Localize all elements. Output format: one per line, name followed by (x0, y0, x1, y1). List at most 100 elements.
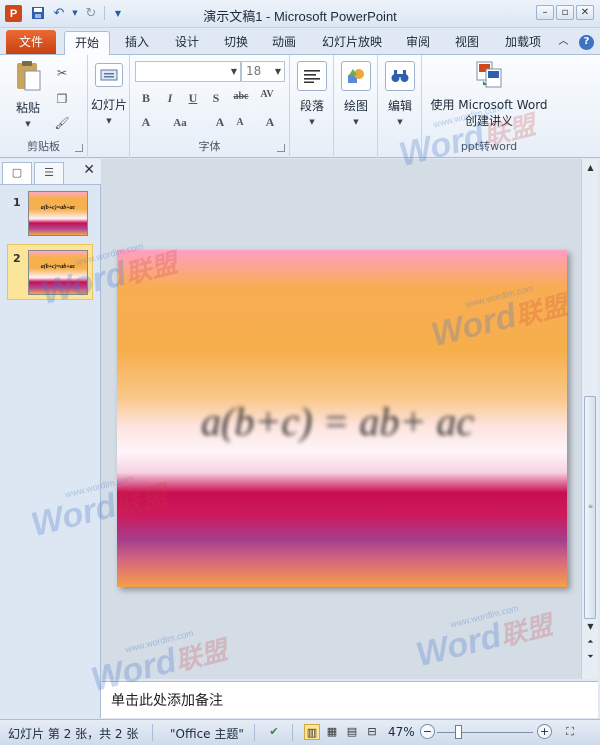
bold-icon[interactable]: B (138, 91, 154, 106)
italic-icon[interactable]: I (162, 91, 178, 106)
group-ppt-to-word: 使用 Microsoft Word 创建讲义 ppt转word (422, 55, 556, 158)
previous-slide-icon[interactable]: ⏶ (583, 635, 598, 649)
change-case-icon[interactable]: Aa (168, 117, 192, 129)
outline-tab-icon[interactable]: ☰ (34, 162, 64, 184)
create-handouts-icon (474, 59, 504, 89)
tab-insert[interactable]: 插入 (117, 31, 157, 55)
normal-view-icon[interactable]: ▥ (304, 724, 320, 740)
tab-transitions[interactable]: 切换 (216, 31, 256, 55)
new-slide-label: 幻灯片 (90, 98, 127, 112)
zoom-slider[interactable] (437, 732, 533, 733)
font-size-dropdown-icon[interactable]: ▼ (275, 62, 281, 81)
vertical-scrollbar[interactable]: ▲ ≡ ▼ ⏶ ⏷ (581, 159, 598, 679)
font-launcher-icon[interactable] (277, 144, 285, 152)
editing-dropdown-icon[interactable]: ▼ (380, 118, 420, 126)
scroll-up-icon[interactable]: ▲ (583, 161, 598, 175)
scroll-down-icon[interactable]: ▼ (583, 620, 598, 634)
minimize-icon[interactable]: – (536, 5, 554, 20)
clipboard-launcher-icon[interactable] (75, 144, 83, 152)
drawing-label: 绘图 (343, 99, 368, 113)
paragraph-dropdown-icon[interactable]: ▼ (292, 118, 332, 126)
paste-label: 粘贴 (15, 101, 40, 115)
slideshow-view-icon[interactable]: ⊟ (364, 724, 380, 740)
fit-to-window-icon[interactable]: ⛶ (562, 724, 578, 740)
status-separator (152, 724, 153, 741)
tab-review[interactable]: 审阅 (398, 31, 438, 55)
status-separator (254, 724, 255, 741)
shadow-icon[interactable]: S (208, 91, 224, 106)
tab-addins[interactable]: 加载项 (496, 31, 550, 55)
paragraph-label: 段落 (299, 99, 324, 113)
minimize-ribbon-icon[interactable]: ︿ (556, 35, 571, 50)
group-paragraph: 段落 ▼ (290, 55, 334, 158)
reading-view-icon[interactable]: ▤ (344, 724, 360, 740)
slide-thumbnail-2[interactable]: a(b+c)=ab+ac (28, 250, 88, 295)
close-icon[interactable]: ✕ (576, 5, 594, 20)
new-slide-dropdown-icon[interactable]: ▼ (88, 117, 130, 125)
editing-label: 编辑 (387, 99, 412, 113)
grow-font-icon[interactable]: A (212, 115, 228, 130)
next-slide-icon[interactable]: ⏷ (583, 650, 598, 664)
tab-slideshow[interactable]: 幻灯片放映 (316, 31, 388, 55)
tab-home[interactable]: 开始 (64, 31, 110, 56)
font-size-combo[interactable]: 18 ▼ (241, 61, 285, 82)
drawing-button[interactable]: 绘图 ▼ (336, 61, 376, 126)
ribbon: 粘贴 ▼ ✂ ❐ 🖌 剪贴板 幻灯片 ▼ ▼ 18 ▼ B I U S abc … (0, 55, 600, 158)
scroll-grip-icon: ≡ (588, 503, 594, 510)
zoom-slider-knob[interactable] (455, 725, 462, 739)
copy-icon[interactable]: ❐ (54, 91, 70, 107)
current-slide[interactable]: a(b+c) = ab+ ac (117, 250, 567, 587)
window-controls: – ▫ ✕ (536, 5, 594, 20)
status-separator (292, 724, 293, 741)
restore-icon[interactable]: ▫ (556, 5, 574, 20)
create-handouts-button[interactable]: 使用 Microsoft Word 创建讲义 (424, 59, 554, 129)
slides-tab-icon[interactable]: ▢ (2, 162, 32, 184)
close-pane-icon[interactable]: ✕ (83, 162, 95, 178)
zoom-in-icon[interactable]: + (537, 724, 552, 739)
notes-placeholder[interactable]: 单击此处添加备注 (111, 690, 223, 710)
tab-file[interactable]: 文件 (6, 30, 56, 54)
slide-sorter-icon[interactable]: ▦ (324, 724, 340, 740)
tab-animations[interactable]: 动画 (264, 31, 304, 55)
group-editing: 编辑 ▼ (378, 55, 422, 158)
cut-icon[interactable]: ✂ (54, 65, 70, 81)
paste-dropdown-icon[interactable]: ▼ (8, 120, 48, 128)
thumbnail-number: 2 (13, 252, 21, 265)
font-name-combo[interactable]: ▼ (135, 61, 241, 82)
group-clipboard: 粘贴 ▼ ✂ ❐ 🖌 剪贴板 (0, 55, 88, 158)
zoom-level[interactable]: 47% (388, 725, 415, 739)
tab-view[interactable]: 视图 (447, 31, 487, 55)
drawing-dropdown-icon[interactable]: ▼ (336, 118, 376, 126)
shrink-font-icon[interactable]: A (232, 117, 248, 128)
ribbon-right-controls: ︿ ? (556, 35, 594, 50)
spellcheck-icon[interactable]: ✔ (266, 724, 282, 740)
title-bar: P ↶ ▼ ↻ ▼ 演示文稿1 - Microsoft PowerPoint –… (0, 0, 600, 28)
zoom-out-icon[interactable]: − (420, 724, 435, 739)
slide-thumbnail-1[interactable]: a(b+c)=ab+ac (28, 191, 88, 236)
strikethrough-icon[interactable]: abc (230, 91, 252, 102)
underline-icon[interactable]: U (185, 91, 201, 106)
ppt-to-word-group-label: ppt转word (460, 140, 518, 153)
font-name-dropdown-icon[interactable]: ▼ (231, 62, 237, 81)
group-drawing: 绘图 ▼ (334, 55, 378, 158)
notes-pane[interactable]: 单击此处添加备注 (101, 681, 598, 718)
editing-button[interactable]: 编辑 ▼ (380, 61, 420, 126)
paragraph-button[interactable]: 段落 ▼ (292, 61, 332, 126)
font-size-value: 18 (246, 64, 262, 78)
group-slides: 幻灯片 ▼ (88, 55, 130, 158)
format-painter-icon[interactable]: 🖌 (54, 115, 70, 131)
clear-formatting-icon[interactable]: A (262, 115, 278, 130)
scroll-thumb[interactable]: ≡ (584, 396, 596, 619)
new-slide-button[interactable]: 幻灯片 ▼ (88, 61, 130, 125)
thumbnail-formula: a(b+c)=ab+ac (40, 264, 76, 270)
paste-button[interactable]: 粘贴 ▼ (8, 61, 48, 128)
tab-design[interactable]: 设计 (167, 31, 207, 55)
group-font: ▼ 18 ▼ B I U S abc AV A Aa A A A 字体 (130, 55, 290, 158)
thumbnail-formula: a(b+c)=ab+ac (40, 205, 76, 211)
font-color-icon[interactable]: A (138, 115, 154, 130)
character-spacing-icon[interactable]: AV (256, 89, 278, 100)
paragraph-icon (297, 61, 327, 91)
help-icon[interactable]: ? (579, 35, 594, 50)
shapes-icon (341, 61, 371, 91)
slide-formula[interactable]: a(b+c) = ab+ ac (201, 398, 501, 442)
